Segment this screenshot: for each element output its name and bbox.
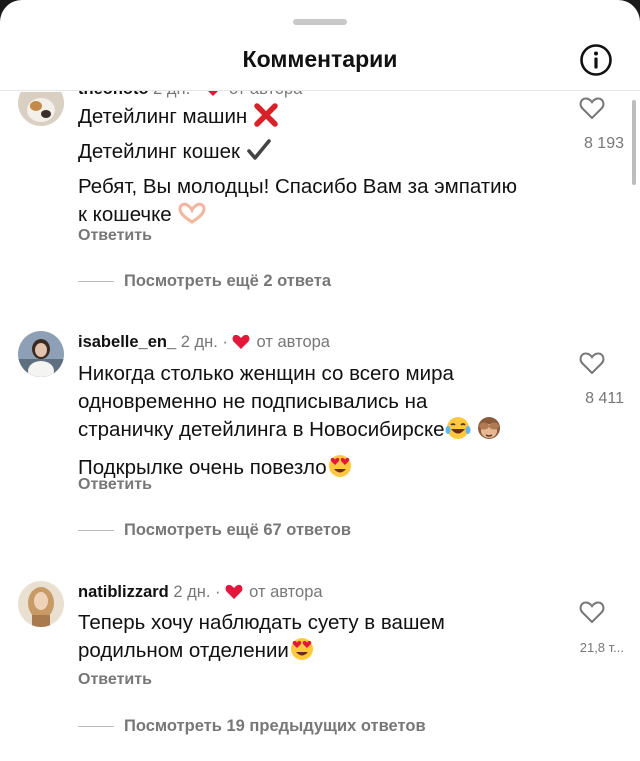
avatar[interactable]: [18, 92, 64, 126]
comment-line: одновременно не подписывались на: [78, 390, 428, 413]
comment-line: Ребят, Вы молодцы! Спасибо Вам за эмпати…: [78, 175, 517, 198]
comment-line: родильном отделении: [78, 639, 289, 662]
author-label: от автора: [249, 583, 323, 601]
author-label: от автора: [256, 333, 330, 351]
thread-line: [78, 530, 114, 532]
like-button[interactable]: [570, 351, 614, 380]
like-count: 8 193: [583, 135, 624, 152]
reply-button[interactable]: Ответить: [78, 476, 152, 494]
author-label: от автора: [228, 80, 303, 98]
laughing-tears-icon: [445, 416, 471, 448]
comment-line: к кошечке: [78, 203, 172, 226]
comment-line: Детейлинг машин: [78, 105, 248, 128]
heart-hands-icon: [177, 201, 207, 233]
comment-time: 2 дн.: [180, 333, 218, 351]
heart-eyes-icon: [327, 454, 353, 486]
comment-line: Детейлинг кошек: [78, 140, 240, 163]
author-heart-icon: [204, 91, 222, 102]
view-more-replies[interactable]: Посмотреть ещё 2 ответа: [78, 272, 331, 291]
sheet-grabber[interactable]: [293, 19, 347, 25]
comment-text: Детейлинг машин Детейлинг кошек Ребят, В…: [78, 103, 548, 233]
comment-meta: isabelle_en_ 2 дн. · от автора: [78, 333, 330, 355]
username[interactable]: natiblizzard: [78, 583, 169, 601]
thread-line: [78, 726, 114, 728]
comments-sheet: Комментарии theonoto 2 дн. · от автора Д…: [0, 0, 640, 761]
avatar[interactable]: [18, 581, 64, 627]
view-more-label: Посмотреть ещё 67 ответов: [124, 521, 351, 539]
author-heart-icon: [225, 584, 243, 605]
like-count: 21,8 т...: [579, 640, 624, 655]
reply-button[interactable]: Ответить: [78, 227, 152, 245]
comment-time: 2 дн.: [153, 80, 191, 98]
like-count: 8 411: [585, 390, 624, 407]
comment-line: страничку детейлинга в Новосибирске: [78, 418, 445, 441]
author-heart-icon: [232, 334, 250, 355]
header: Комментарии: [0, 40, 640, 80]
view-more-replies[interactable]: Посмотреть ещё 67 ответов: [78, 521, 351, 540]
comment-line: Никогда столько женщин со всего мира: [78, 362, 454, 385]
cross-mark-icon: [253, 103, 279, 135]
comment-meta: theonoto 2 дн. · от автора: [78, 80, 303, 102]
header-divider: [0, 90, 640, 91]
scrollbar[interactable]: [632, 100, 636, 185]
username[interactable]: theonoto: [78, 91, 149, 98]
like-button[interactable]: [570, 96, 614, 125]
page-title: Комментарии: [242, 46, 398, 72]
avatar[interactable]: [18, 331, 64, 377]
view-more-label: Посмотреть ещё 2 ответа: [124, 272, 331, 290]
thread-line: [78, 281, 114, 283]
comment-time: 2 дн.: [173, 583, 211, 601]
view-more-replies[interactable]: Посмотреть 19 предыдущих ответов: [78, 717, 426, 736]
info-icon[interactable]: [579, 43, 613, 77]
username[interactable]: isabelle_en_: [78, 333, 176, 351]
heart-eyes-icon: [289, 637, 315, 669]
comment-line: Теперь хочу наблюдать суету в вашем: [78, 611, 445, 634]
see-no-evil-monkey-icon: [476, 416, 502, 448]
check-mark-icon: [246, 138, 272, 170]
comment-text: Теперь хочу наблюдать суету в вашем роди…: [78, 609, 548, 669]
comment-text: Никогда столько женщин со всего мира одн…: [78, 360, 548, 486]
like-button[interactable]: [570, 600, 614, 629]
reply-button[interactable]: Ответить: [78, 671, 152, 689]
comment-meta: natiblizzard 2 дн. · от автора: [78, 583, 323, 605]
view-more-label: Посмотреть 19 предыдущих ответов: [124, 717, 426, 735]
